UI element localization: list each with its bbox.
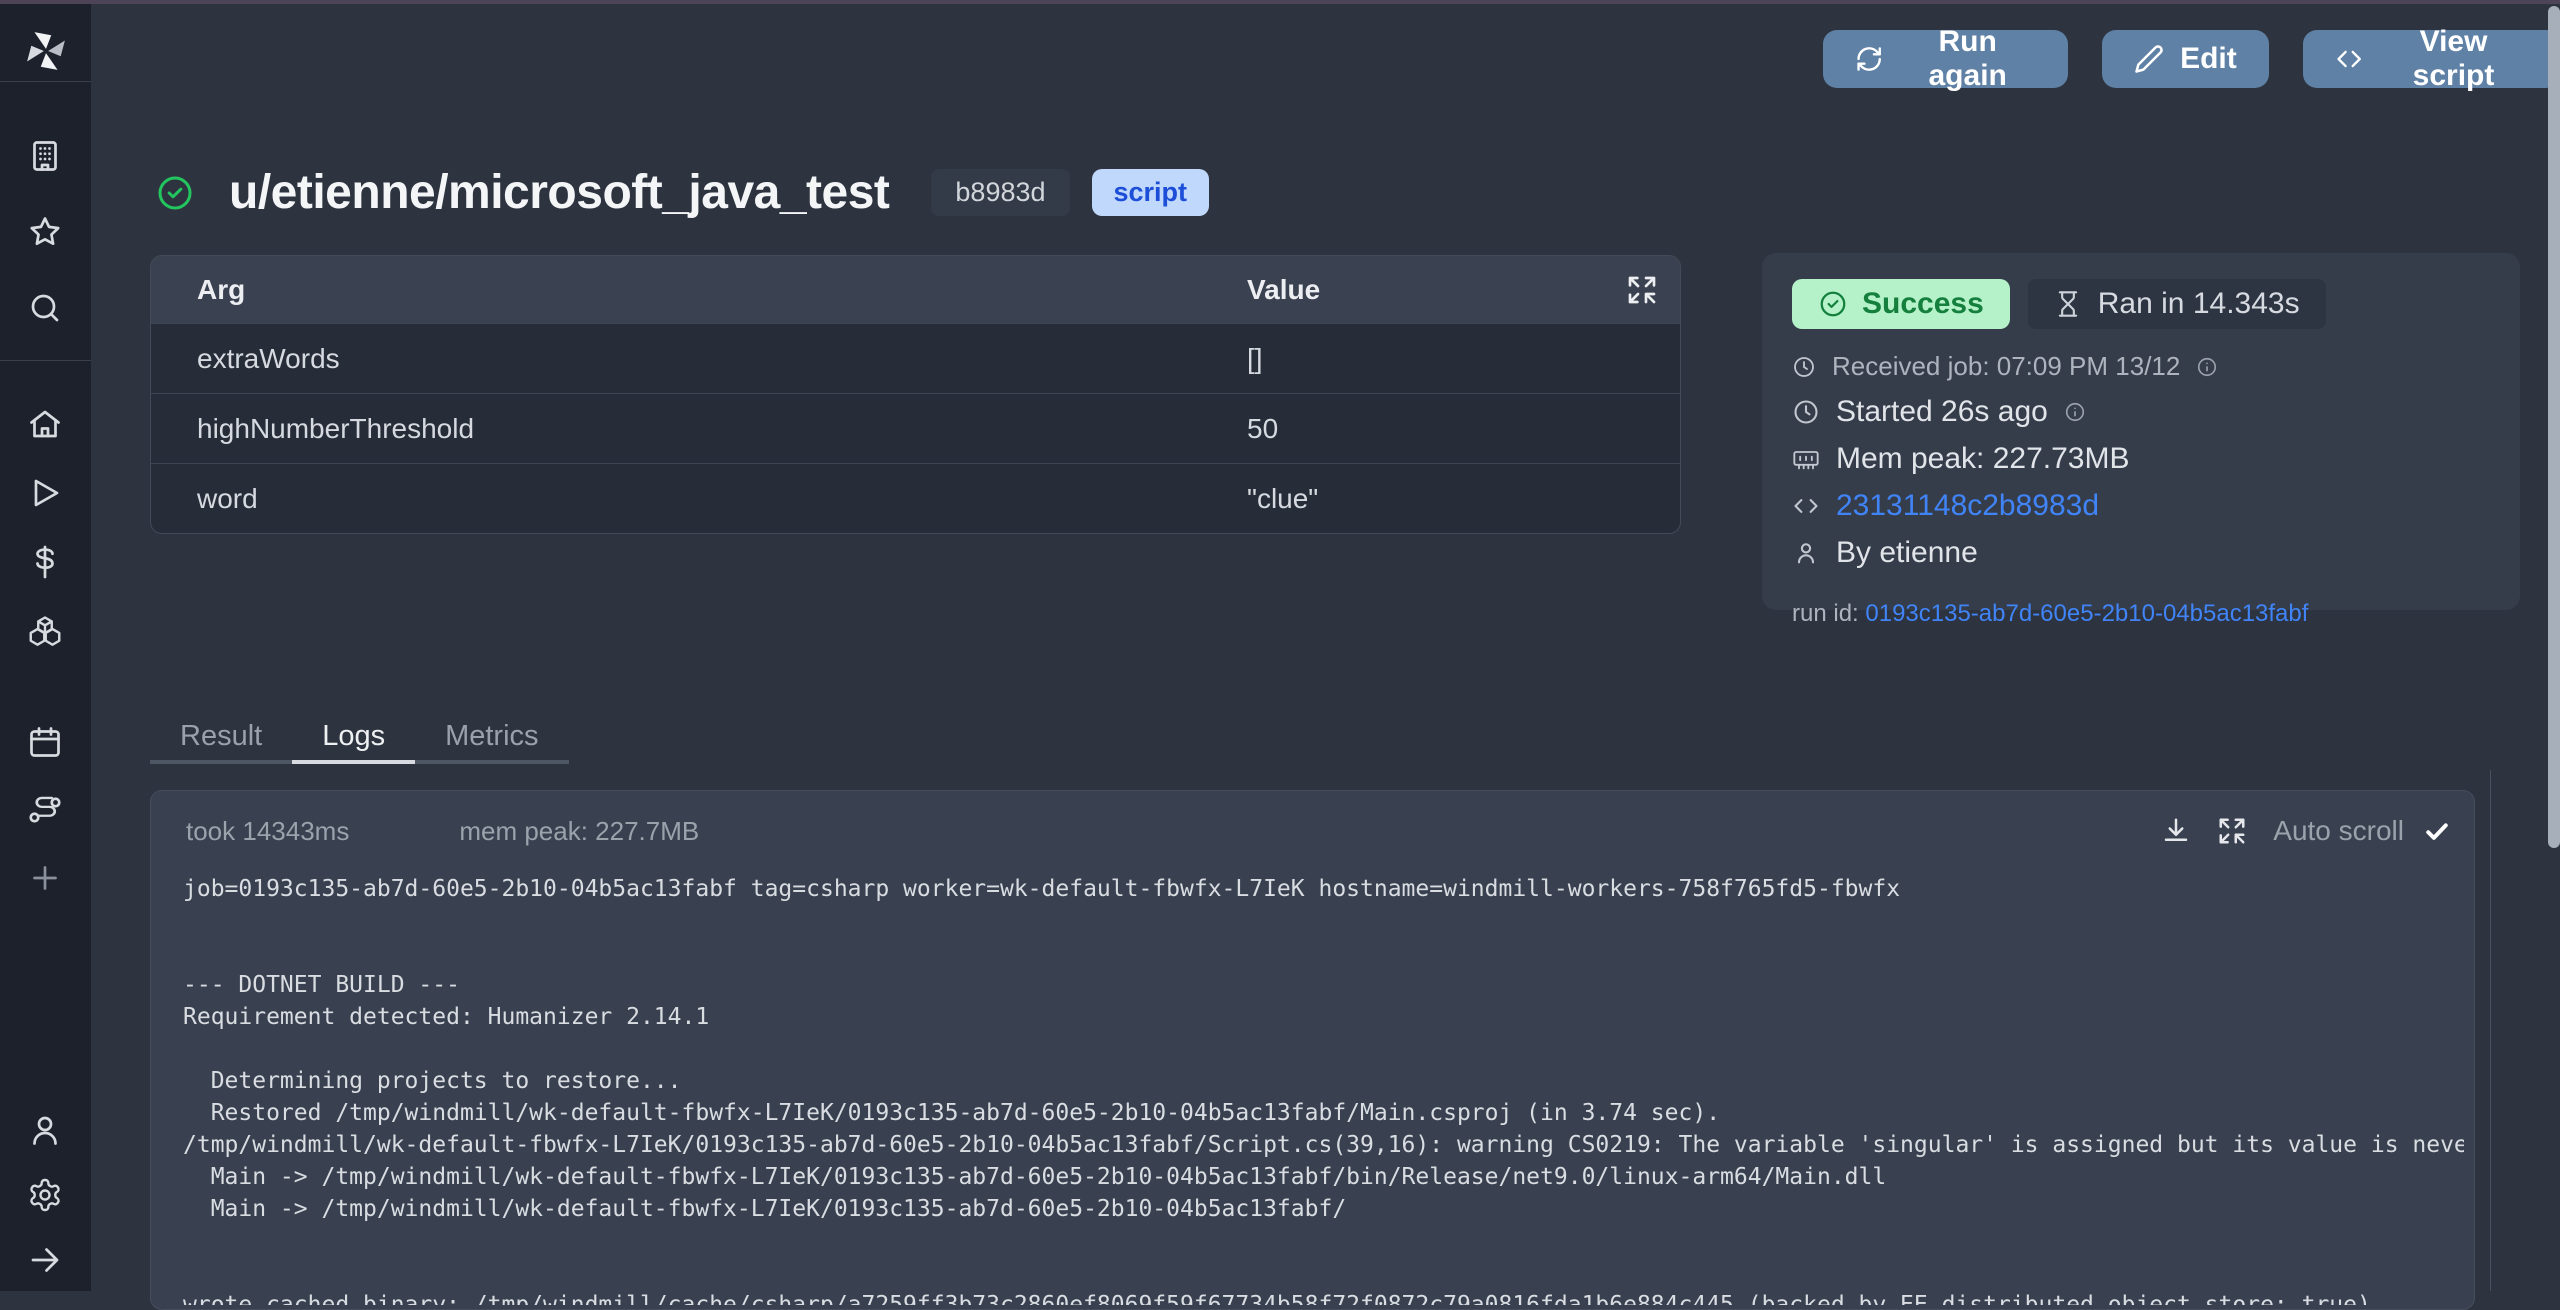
table-row: highNumberThreshold 50: [151, 393, 1680, 463]
view-script-button[interactable]: View script: [2303, 30, 2560, 88]
check-circle-icon: [1818, 289, 1848, 319]
started-row: Started 26s ago: [1792, 395, 2490, 429]
tab-logs[interactable]: Logs: [292, 712, 415, 764]
window-top-strip: [0, 0, 2560, 4]
run-again-label: Run again: [1899, 25, 2036, 93]
log-header: took 14343ms mem peak: 227.7MB Auto scro…: [151, 791, 2474, 847]
arg-value: 50: [1247, 413, 1680, 445]
sidebar-divider: [0, 360, 91, 361]
run-id-row: run id: 0193c135-ab7d-60e5-2b10-04b5ac13…: [1792, 600, 2490, 628]
hourglass-icon: [2054, 290, 2082, 318]
clock-icon: [1792, 398, 1820, 426]
success-check-icon: [155, 173, 195, 213]
status-card: Success Ran in 14.343s Received job: 07:…: [1762, 253, 2520, 610]
table-row: extraWords []: [151, 323, 1680, 393]
arg-value: "clue": [1247, 483, 1680, 515]
home-icon[interactable]: [27, 406, 63, 442]
page-title: u/etienne/microsoft_java_test: [229, 165, 889, 220]
code-icon: [1792, 492, 1820, 520]
page-scrollbar[interactable]: [2548, 6, 2560, 848]
check-icon: [2422, 816, 2452, 846]
view-script-label: View script: [2379, 25, 2528, 93]
pencil-icon: [2134, 44, 2164, 74]
run-id-label: run id:: [1792, 600, 1865, 627]
memory-icon: [1792, 445, 1820, 473]
args-table: Arg Value extraWords [] highNumberThresh…: [150, 255, 1681, 534]
log-mem-peak: mem peak: 227.7MB: [459, 816, 699, 847]
auto-scroll-label: Auto scroll: [2273, 815, 2404, 847]
received-row: Received job: 07:09 PM 13/12: [1792, 351, 2490, 382]
expand-table-icon[interactable]: [1626, 274, 1658, 306]
duration-chip: Ran in 14.343s: [2028, 279, 2326, 329]
expand-log-icon[interactable]: [2217, 816, 2247, 846]
script-hash-link[interactable]: 23131148c2b8983d: [1836, 489, 2099, 523]
variables-dollar-icon[interactable]: [27, 544, 63, 580]
workspace-icon[interactable]: [27, 138, 63, 174]
arg-value: []: [1247, 343, 1680, 375]
job-header: u/etienne/microsoft_java_test b8983d scr…: [155, 165, 1209, 220]
log-output[interactable]: job=0193c135-ab7d-60e5-2b10-04b5ac13fabf…: [183, 873, 2464, 1305]
tab-result[interactable]: Result: [150, 712, 292, 764]
tab-metrics[interactable]: Metrics: [415, 712, 568, 764]
edit-label: Edit: [2180, 42, 2237, 76]
info-icon[interactable]: [2064, 401, 2086, 423]
script-hash-row: 23131148c2b8983d: [1792, 489, 2490, 523]
runs-play-icon[interactable]: [27, 475, 63, 511]
toolbar: Run again Edit View script: [1823, 30, 2560, 88]
resources-boxes-icon[interactable]: [27, 613, 63, 649]
auto-scroll-toggle[interactable]: Auto scroll: [2273, 815, 2452, 847]
sidebar: [0, 4, 91, 1291]
arg-name: extraWords: [151, 343, 1247, 375]
user-icon[interactable]: [27, 1112, 63, 1148]
by-row: By etienne: [1792, 536, 2490, 570]
edit-button[interactable]: Edit: [2102, 30, 2269, 88]
sidebar-divider: [0, 81, 91, 82]
run-id-link[interactable]: 0193c135-ab7d-60e5-2b10-04b5ac13fabf: [1865, 600, 2308, 627]
result-tabs: Result Logs Metrics: [150, 712, 569, 764]
run-again-button[interactable]: Run again: [1823, 30, 2068, 88]
mem-peak-row: Mem peak: 227.73MB: [1792, 442, 2490, 476]
content-edge-divider: [2490, 770, 2491, 1291]
code-icon: [2335, 44, 2363, 74]
settings-gear-icon[interactable]: [27, 1177, 63, 1213]
table-row: word "clue": [151, 463, 1680, 533]
log-panel: took 14343ms mem peak: 227.7MB Auto scro…: [150, 790, 2475, 1310]
add-plus-icon[interactable]: [27, 860, 63, 896]
hash-badge: b8983d: [931, 169, 1069, 216]
schedules-calendar-icon[interactable]: [27, 724, 63, 760]
args-table-header: Arg Value: [151, 256, 1680, 323]
clock-icon: [1792, 355, 1816, 379]
info-icon[interactable]: [2196, 356, 2218, 378]
search-icon[interactable]: [27, 290, 63, 326]
status-badge: Success: [1792, 279, 2010, 329]
script-kind-badge: script: [1092, 169, 1210, 216]
col-value: Value: [1247, 274, 1680, 306]
favorites-star-icon[interactable]: [27, 214, 63, 250]
workers-route-icon[interactable]: [27, 792, 63, 828]
arg-name: highNumberThreshold: [151, 413, 1247, 445]
refresh-icon: [1855, 44, 1883, 74]
windmill-logo[interactable]: [25, 30, 67, 72]
arg-name: word: [151, 483, 1247, 515]
log-took: took 14343ms: [186, 816, 349, 847]
col-arg: Arg: [151, 274, 1247, 306]
collapse-arrow-icon[interactable]: [27, 1242, 63, 1278]
download-icon[interactable]: [2161, 816, 2191, 846]
person-icon: [1792, 539, 1820, 567]
